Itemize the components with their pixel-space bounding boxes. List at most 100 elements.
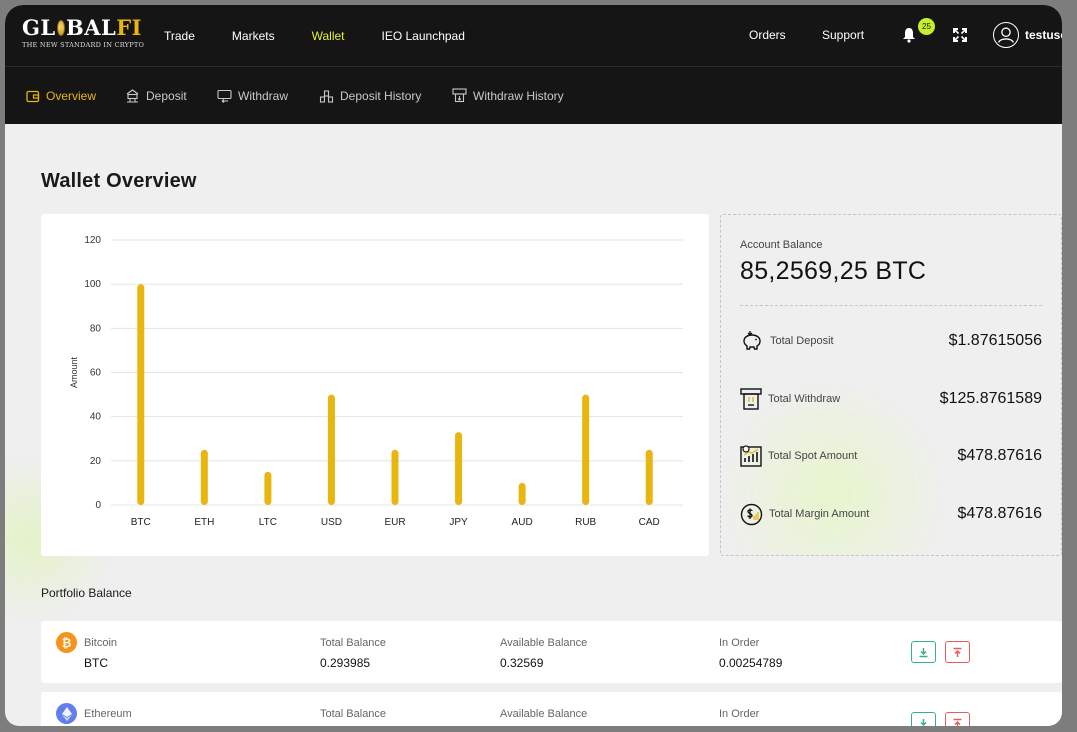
y-tick-label: 100 [84,279,101,290]
logo-text: BAL [65,15,117,40]
total-spot-row: Total Spot Amount $478.87616 [740,441,1042,471]
bell-icon[interactable] [902,27,916,43]
y-axis-label: Amount [69,356,79,388]
dollar-coin-icon [740,503,763,525]
y-tick-label: 40 [90,412,102,423]
total-margin-value: $478.87616 [957,505,1042,522]
withdraw-history-icon [452,88,467,103]
y-tick-label: 80 [90,323,102,334]
x-tick-label: USD [321,517,342,528]
y-tick-label: 60 [90,368,102,379]
bitcoin-icon: ₿ [56,632,77,653]
tab-label: Withdraw History [473,88,564,103]
user-avatar-icon[interactable] [993,22,1019,48]
globalfi-logo[interactable]: GL BAL FI THE NEW STANDARD IN CRYPTO [22,15,145,57]
bar-jpy [455,432,463,505]
in-order-value: 0.00254789 [719,656,783,670]
wallet-subnav: Overview Deposit Withdraw Deposit Histor… [5,67,1062,124]
tab-label: Withdraw [238,88,289,103]
y-tick-label: 20 [90,456,102,467]
available-balance-label: Available Balance [500,637,588,649]
atm-withdraw-icon [740,388,762,410]
tab-deposit-history[interactable]: Deposit History [319,67,421,124]
total-balance-value: 0.293985 [320,656,371,670]
piggy-bank-icon [743,331,761,350]
total-spot-value: $478.87616 [957,447,1042,464]
available-balance-label: Available Balance [500,708,588,720]
total-spot-label: Total Spot Amount [768,450,858,462]
wallet-bar-chart-card: 0 20 40 60 80 100 120 Amount BTC ETH LTC USD EUR JPY A… [41,214,709,556]
orders-link[interactable]: Orders [749,28,786,42]
total-withdraw-row: Total Withdraw $125.8761589 [740,384,1042,414]
download-icon [919,647,928,657]
x-tick-label: LTC [259,517,277,528]
withdraw-button[interactable] [945,712,970,726]
upload-icon [953,718,962,726]
total-withdraw-value: $125.8761589 [939,390,1042,407]
menu-item-trade[interactable]: Trade [164,29,195,43]
page-title: Wallet Overview [41,170,197,192]
tab-label: Deposit [146,88,187,103]
available-balance-value: 0.32569 [500,656,544,670]
total-margin-label: Total Margin Amount [769,508,870,520]
in-order-label: In Order [719,637,760,649]
account-balance-label: Account Balance [740,239,823,251]
upload-icon [953,647,962,657]
x-tick-label: EUR [384,517,405,528]
x-tick-label: CAD [639,517,660,528]
ethereum-diamond-icon [61,706,72,721]
main-content: Wallet Overview 0 20 40 60 80 100 120 Amount BTC… [5,124,1062,726]
logo-text-fi: FI [116,15,142,40]
logo-coin-icon [56,20,65,36]
deposit-button[interactable] [911,641,936,663]
menu-item-ieo-launchpad[interactable]: IEO Launchpad [382,29,465,43]
tab-deposit[interactable]: Deposit [125,67,187,124]
portfolio-title: Portfolio Balance [41,586,132,600]
in-order-label: In Order [719,708,760,720]
y-tick-label: 120 [84,235,101,246]
x-tick-label: ETH [194,517,214,528]
tab-withdraw[interactable]: Withdraw [217,67,288,124]
account-balance-value: 85,2569,25 BTC [740,257,927,285]
total-deposit-row: Total Deposit $1.87615056 [740,326,1042,356]
bar-eur [391,449,399,505]
fullscreen-icon[interactable] [953,28,967,42]
x-tick-label: JPY [449,517,468,528]
total-balance-label: Total Balance [320,637,387,649]
app-window: GL BAL FI THE NEW STANDARD IN CRYPTO Trade… [5,5,1062,726]
total-balance-label: Total Balance [320,708,387,720]
asset-symbol: BTC [84,656,108,670]
y-tick-label: 0 [95,500,101,511]
x-tick-label: AUD [512,517,533,528]
wallet-icon [26,90,40,102]
tab-overview[interactable]: Overview [26,67,96,124]
logo-tagline: THE NEW STANDARD IN CRYPTO [22,41,145,49]
total-withdraw-label: Total Withdraw [768,393,841,405]
x-tick-label: BTC [131,517,151,528]
bar-eth [200,449,208,505]
bar-ltc [264,471,272,505]
chart-growth-icon [740,445,762,467]
asset-name: Bitcoin [84,637,118,649]
asset-name: Ethereum [84,708,132,720]
download-icon [920,718,927,726]
account-balance-card: Account Balance 85,2569,25 BTC Total Dep… [720,214,1062,556]
menu-item-markets[interactable]: Markets [232,29,275,43]
top-navbar: GL BAL FI THE NEW STANDARD IN CRYPTO Trade… [5,5,1062,67]
deposit-history-icon [319,89,334,103]
username[interactable]: testuser [1025,28,1062,42]
deposit-button[interactable] [911,712,936,726]
deposit-icon [126,89,139,103]
notification-badge: 25 [918,18,935,35]
support-link[interactable]: Support [822,28,864,42]
withdraw-icon [217,89,232,103]
bar-btc [137,284,145,505]
logo-text: GL [22,15,56,40]
total-margin-row: Total Margin Amount $478.87616 [740,499,1042,529]
tab-withdraw-history[interactable]: Withdraw History [452,67,564,124]
bar-usd [327,394,335,505]
withdraw-button[interactable] [945,641,970,663]
bar-rub [582,394,590,505]
menu-item-wallet[interactable]: Wallet [312,29,345,43]
ethereum-icon [56,703,77,724]
